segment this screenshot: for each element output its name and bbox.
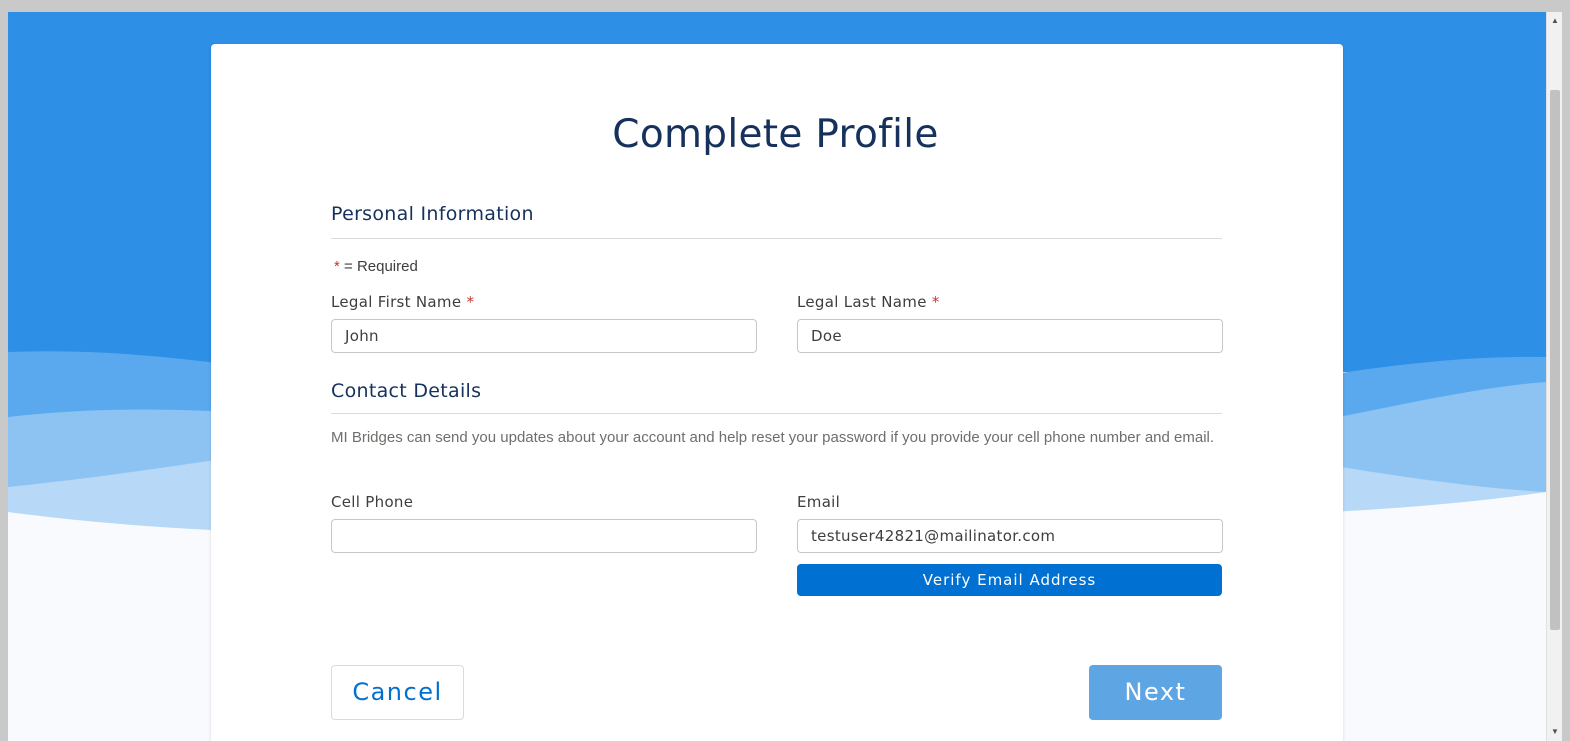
first-name-required-icon: * xyxy=(466,293,475,311)
contact-details-heading: Contact Details xyxy=(331,380,482,402)
personal-divider xyxy=(331,238,1222,239)
email-label: Email xyxy=(797,493,841,511)
last-name-label: Legal Last Name * xyxy=(797,293,940,311)
verify-email-button[interactable]: Verify Email Address xyxy=(797,564,1222,596)
contact-description: MI Bridges can send you updates about yo… xyxy=(331,429,1215,446)
scroll-down-arrow-icon[interactable]: ▼ xyxy=(1547,725,1563,739)
next-button[interactable]: Next xyxy=(1089,665,1222,720)
cell-phone-label: Cell Phone xyxy=(331,493,414,511)
last-name-field[interactable]: Doe xyxy=(797,319,1223,353)
scroll-up-arrow-icon[interactable]: ▲ xyxy=(1547,14,1563,28)
email-field[interactable]: testuser42821@mailinator.com xyxy=(797,519,1223,553)
page-title: Complete Profile xyxy=(612,112,939,157)
cell-phone-field[interactable] xyxy=(331,519,757,553)
first-name-label: Legal First Name * xyxy=(331,293,474,311)
first-name-label-text: Legal First Name xyxy=(331,293,462,311)
required-legend-text: = Required xyxy=(344,258,418,275)
first-name-field[interactable]: John xyxy=(331,319,757,353)
personal-information-heading: Personal Information xyxy=(331,203,534,225)
required-asterisk-icon: * xyxy=(334,258,340,275)
cancel-button[interactable]: Cancel xyxy=(331,665,464,720)
required-legend: * = Required xyxy=(334,258,418,275)
last-name-required-icon: * xyxy=(931,293,940,311)
scroll-thumb[interactable] xyxy=(1550,90,1560,630)
last-name-label-text: Legal Last Name xyxy=(797,293,927,311)
contact-divider xyxy=(331,413,1222,414)
